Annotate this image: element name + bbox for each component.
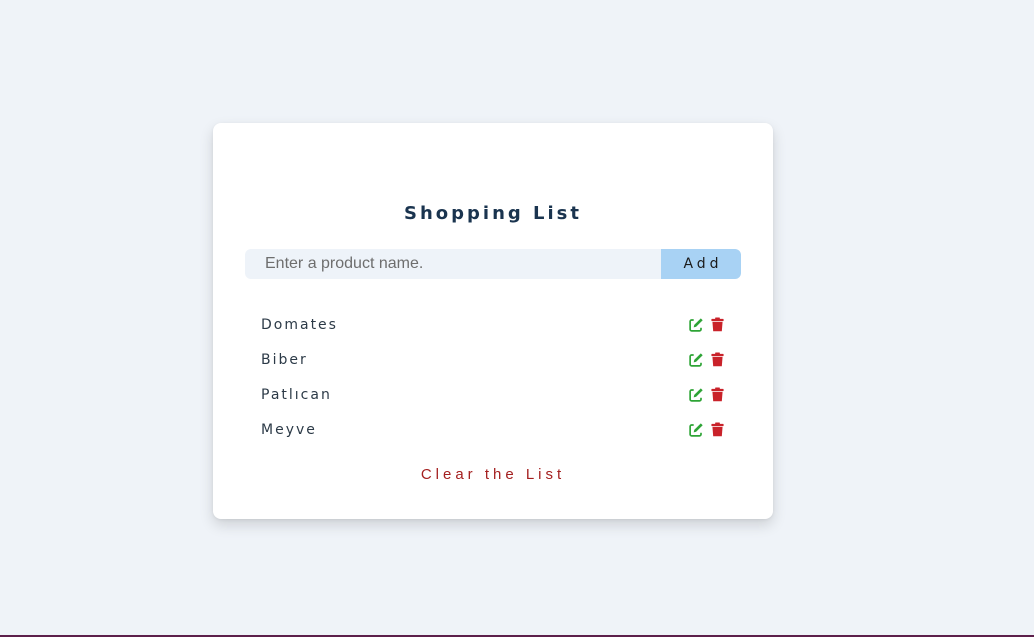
edit-icon[interactable] bbox=[689, 352, 704, 367]
edit-icon[interactable] bbox=[689, 387, 704, 402]
shopping-list-card: Shopping List Add Domates Biber bbox=[213, 123, 773, 519]
edit-icon[interactable] bbox=[689, 422, 704, 437]
list-item: Biber bbox=[245, 342, 741, 377]
list-item: Domates bbox=[245, 307, 741, 342]
item-name: Biber bbox=[261, 351, 308, 368]
trash-icon[interactable] bbox=[710, 317, 725, 332]
add-product-form: Add bbox=[245, 249, 741, 279]
clear-list-button[interactable]: Clear the List bbox=[213, 466, 773, 483]
add-button[interactable]: Add bbox=[661, 249, 741, 279]
item-actions bbox=[689, 422, 725, 437]
item-name: Domates bbox=[261, 316, 338, 333]
trash-icon[interactable] bbox=[710, 387, 725, 402]
trash-icon[interactable] bbox=[710, 352, 725, 367]
item-actions bbox=[689, 387, 725, 402]
page-title: Shopping List bbox=[403, 203, 582, 224]
item-actions bbox=[689, 317, 725, 332]
list-item: Patlıcan bbox=[245, 377, 741, 412]
item-name: Meyve bbox=[261, 421, 317, 438]
item-name: Patlıcan bbox=[261, 386, 332, 403]
item-actions bbox=[689, 352, 725, 367]
list-item: Meyve bbox=[245, 412, 741, 447]
edit-icon[interactable] bbox=[689, 317, 704, 332]
product-name-input[interactable] bbox=[245, 249, 661, 279]
trash-icon[interactable] bbox=[710, 422, 725, 437]
product-list: Domates Biber Patlıcan Meyve bbox=[245, 307, 741, 447]
